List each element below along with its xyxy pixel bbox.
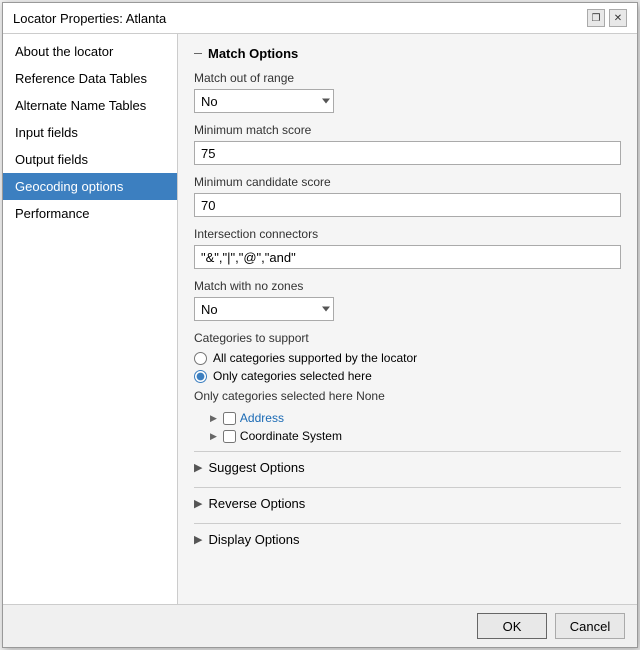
sidebar-item-about[interactable]: About the locator <box>3 38 177 65</box>
cancel-button[interactable]: Cancel <box>555 613 625 639</box>
ok-button[interactable]: OK <box>477 613 547 639</box>
match-out-of-range-select[interactable]: No Yes <box>194 89 334 113</box>
radio-only-label[interactable]: Only categories selected here <box>194 369 621 383</box>
sidebar-item-alternate[interactable]: Alternate Name Tables <box>3 92 177 119</box>
categories-label: Categories to support <box>194 331 621 345</box>
tree-label-coordinate: Coordinate System <box>240 429 342 443</box>
radio-group: All categories supported by the locator … <box>194 351 621 383</box>
restore-button[interactable]: ❐ <box>587 9 605 27</box>
dialog-body: About the locator Reference Data Tables … <box>3 34 637 604</box>
sidebar-item-output[interactable]: Output fields <box>3 146 177 173</box>
display-arrow-icon: ▶ <box>194 533 202 546</box>
match-out-of-range-label: Match out of range <box>194 71 621 85</box>
sidebar-item-reference[interactable]: Reference Data Tables <box>3 65 177 92</box>
radio-all-label[interactable]: All categories supported by the locator <box>194 351 621 365</box>
intersection-connectors-group: Intersection connectors <box>194 227 621 269</box>
suggest-options-label: Suggest Options <box>208 460 304 475</box>
title-controls: ❐ ✕ <box>587 9 627 27</box>
dialog-window: Locator Properties: Atlanta ❐ ✕ About th… <box>2 2 638 648</box>
radio-only-input[interactable] <box>194 370 207 383</box>
intersection-connectors-input[interactable] <box>194 245 621 269</box>
sidebar-item-performance[interactable]: Performance <box>3 200 177 227</box>
display-options-section: ▶ Display Options <box>194 523 621 553</box>
match-no-zones-select[interactable]: No Yes <box>194 297 334 321</box>
match-no-zones-group: Match with no zones No Yes <box>194 279 621 321</box>
match-no-zones-label: Match with no zones <box>194 279 621 293</box>
reverse-options-header[interactable]: ▶ Reverse Options <box>194 488 621 517</box>
match-out-of-range-group: Match out of range No Yes <box>194 71 621 113</box>
min-match-score-label: Minimum match score <box>194 123 621 137</box>
radio-all-text: All categories supported by the locator <box>213 351 417 365</box>
reverse-arrow-icon: ▶ <box>194 497 202 510</box>
title-bar: Locator Properties: Atlanta ❐ ✕ <box>3 3 637 34</box>
checkbox-coordinate[interactable] <box>223 430 236 443</box>
reverse-options-section: ▶ Reverse Options <box>194 487 621 517</box>
min-candidate-score-label: Minimum candidate score <box>194 175 621 189</box>
suggest-arrow-icon: ▶ <box>194 461 202 474</box>
match-out-of-range-select-wrapper: No Yes <box>194 89 334 113</box>
tree-label-address: Address <box>240 411 284 425</box>
radio-only-text: Only categories selected here <box>213 369 372 383</box>
categories-none-text: Only categories selected here None <box>194 389 621 403</box>
min-match-score-input[interactable] <box>194 141 621 165</box>
sidebar-item-input[interactable]: Input fields <box>3 119 177 146</box>
min-candidate-score-group: Minimum candidate score <box>194 175 621 217</box>
close-button[interactable]: ✕ <box>609 9 627 27</box>
tree-item-coordinate: ▶ Coordinate System <box>194 427 621 445</box>
tree-arrow-address[interactable]: ▶ <box>210 413 217 424</box>
min-candidate-score-input[interactable] <box>194 193 621 217</box>
intersection-connectors-label: Intersection connectors <box>194 227 621 241</box>
min-match-score-group: Minimum match score <box>194 123 621 165</box>
main-panel: Match Options Match out of range No Yes … <box>178 34 637 604</box>
dialog-title: Locator Properties: Atlanta <box>13 11 166 26</box>
tree-arrow-coordinate[interactable]: ▶ <box>210 431 217 442</box>
sidebar: About the locator Reference Data Tables … <box>3 34 178 604</box>
checkbox-address[interactable] <box>223 412 236 425</box>
match-no-zones-select-wrapper: No Yes <box>194 297 334 321</box>
display-options-header[interactable]: ▶ Display Options <box>194 524 621 553</box>
dialog-footer: OK Cancel <box>3 604 637 647</box>
radio-all-input[interactable] <box>194 352 207 365</box>
display-options-label: Display Options <box>208 532 299 547</box>
suggest-options-section: ▶ Suggest Options <box>194 451 621 481</box>
suggest-options-header[interactable]: ▶ Suggest Options <box>194 452 621 481</box>
section-title: Match Options <box>194 46 621 61</box>
categories-section: Categories to support All categories sup… <box>194 331 621 445</box>
tree-item-address: ▶ Address <box>194 409 621 427</box>
reverse-options-label: Reverse Options <box>208 496 305 511</box>
sidebar-item-geocoding[interactable]: Geocoding options <box>3 173 177 200</box>
